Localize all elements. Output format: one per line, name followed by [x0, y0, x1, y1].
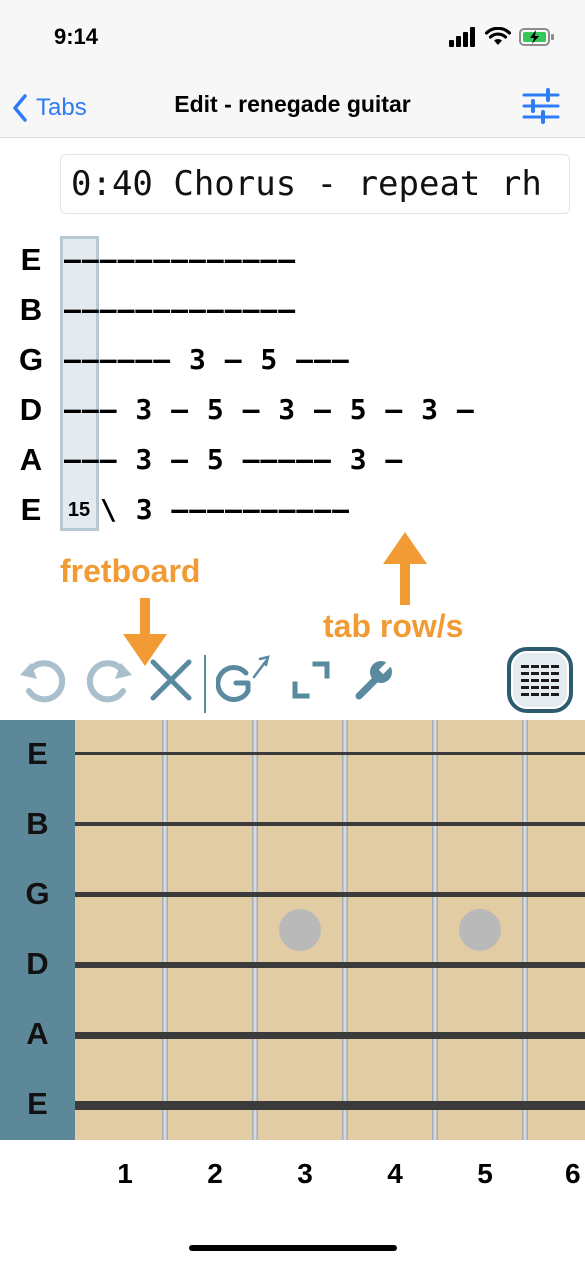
fretboard-nut	[0, 720, 75, 1140]
guitar-mode-icon	[216, 655, 270, 702]
tab-row[interactable]: ——— 3 — 5 — 3 — 5 — 3 —	[64, 385, 555, 435]
undo-icon	[20, 660, 66, 703]
redo-icon	[86, 660, 132, 703]
wrench-icon	[355, 658, 395, 700]
fret-wire	[252, 720, 258, 1140]
status-icons	[449, 26, 555, 48]
navigation-bar: Tabs Edit - renegade guitar	[0, 78, 585, 138]
guitar-string[interactable]	[75, 822, 585, 826]
fretboard-string-label: E	[27, 736, 48, 771]
tab-string-label: A	[19, 442, 43, 477]
wifi-icon	[485, 27, 511, 45]
expand-button[interactable]	[286, 640, 336, 720]
redo-button[interactable]	[80, 640, 136, 720]
guitar-mode-button[interactable]	[214, 640, 274, 720]
fretboard-string-label: G	[25, 876, 50, 911]
battery-charging-icon	[519, 28, 554, 46]
tab-view-button[interactable]	[506, 640, 574, 720]
fretboard-string-label: E	[27, 1086, 48, 1121]
tab-row[interactable]: ——— 3 — 5 ————— 3 —	[64, 435, 555, 485]
fret-number: 2	[207, 1158, 223, 1189]
expand-icon	[292, 661, 330, 699]
fretboard-wood[interactable]	[75, 720, 585, 1140]
fret-inlay-dot	[279, 909, 321, 951]
fretboard[interactable]: E B G D A E	[0, 720, 585, 1140]
fret-wire	[162, 720, 168, 1140]
tab-row[interactable]: —————————————	[64, 285, 555, 335]
edit-toolbar	[0, 640, 585, 720]
fret-number: 3	[297, 1158, 313, 1189]
status-time: 9:14	[54, 24, 99, 49]
tab-string-label: E	[20, 242, 42, 277]
tools-button[interactable]	[348, 640, 398, 720]
home-indicator	[189, 1245, 397, 1251]
fret-number: 1	[117, 1158, 133, 1189]
guitar-string[interactable]	[75, 892, 585, 897]
fret-number: 4	[387, 1158, 403, 1189]
page-title: Edit - renegade guitar	[174, 91, 411, 117]
guitar-string[interactable]	[75, 962, 585, 968]
fretboard-string-label: A	[26, 1016, 49, 1051]
fret-number: 5	[477, 1158, 493, 1189]
fret-wire	[342, 720, 348, 1140]
guitar-string[interactable]	[75, 1032, 585, 1039]
status-bar: 9:14	[0, 0, 585, 78]
fret-inlay-dot	[459, 909, 501, 951]
guitar-string[interactable]	[75, 1101, 585, 1110]
up-arrow-icon	[383, 532, 427, 605]
tab-row[interactable]: —————————————	[64, 235, 555, 285]
fretboard-string-label: B	[26, 806, 49, 841]
delete-button[interactable]	[146, 640, 196, 720]
fret-wire	[522, 720, 528, 1140]
fretboard-string-label: D	[26, 946, 49, 981]
fretboard-annotation: fretboard	[60, 553, 201, 589]
tab-row[interactable]: —————— 3 — 5 ———	[64, 335, 555, 385]
section-name-field[interactable]: 0:40 Chorus - repeat rh	[60, 154, 570, 214]
cellular-signal-icon	[449, 27, 475, 47]
tab-string-label: G	[18, 342, 44, 377]
fret-number: 6	[565, 1158, 581, 1189]
tab-row[interactable]: \ 3 ——————————	[100, 485, 555, 535]
tab-grid-icon	[507, 647, 573, 713]
tab-string-label: D	[19, 392, 43, 427]
fret-wire	[432, 720, 438, 1140]
guitar-string[interactable]	[75, 752, 585, 755]
toolbar-divider	[204, 655, 206, 713]
tab-string-label: B	[19, 292, 43, 327]
undo-button[interactable]	[16, 640, 72, 720]
tab-cursor-value: 15	[67, 499, 91, 521]
delete-x-icon	[150, 659, 192, 701]
settings-sliders-icon[interactable]	[521, 88, 561, 124]
tab-string-label: E	[20, 492, 42, 527]
